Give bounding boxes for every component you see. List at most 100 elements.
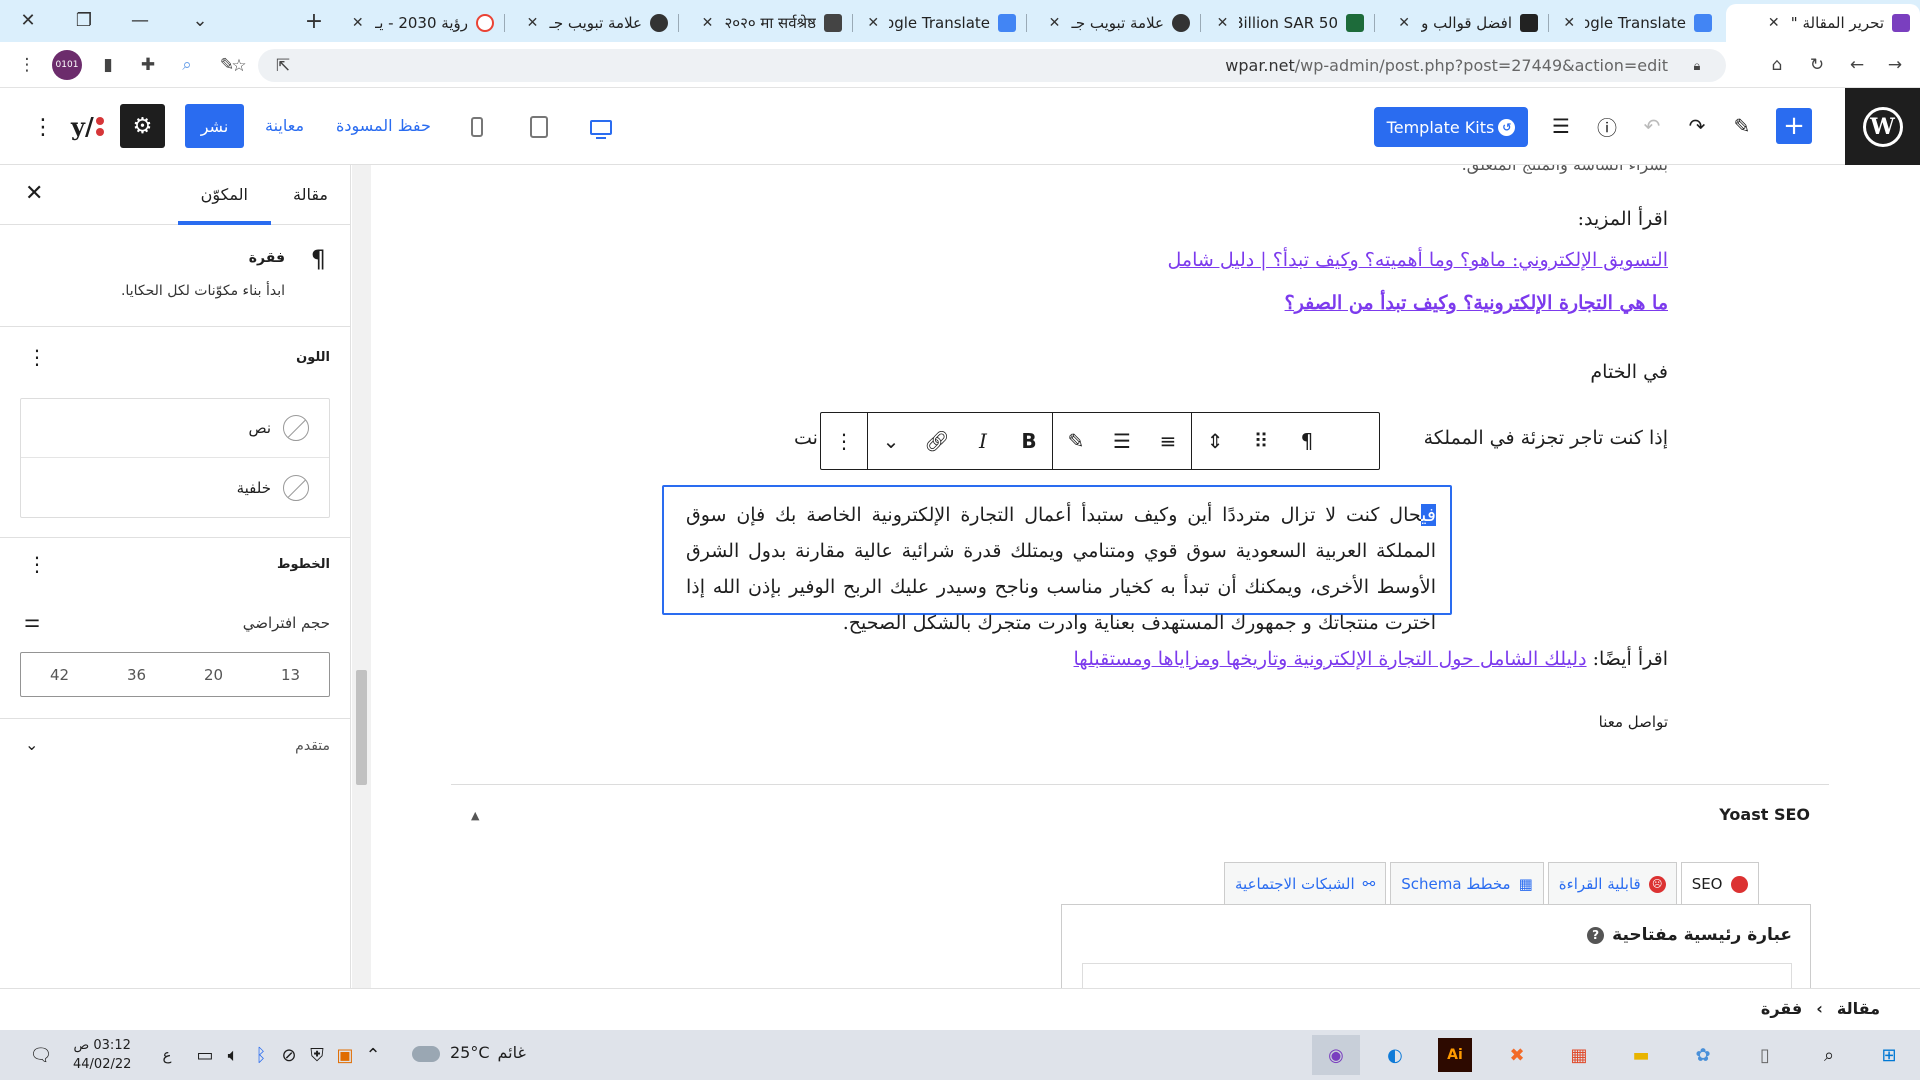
home-icon[interactable]: ⌂ [1762, 50, 1792, 80]
tab-search-chevron-icon[interactable]: ⌄ [172, 0, 228, 40]
chrome-taskbar-icon[interactable]: ◉ [1312, 1035, 1360, 1075]
align-right-icon[interactable]: ≡ [1145, 413, 1191, 469]
tab-close-icon[interactable]: ✕ [1045, 15, 1063, 31]
tab-close-icon[interactable]: ✕ [349, 15, 367, 31]
extensions-puzzle-icon[interactable]: ✚ [133, 50, 163, 80]
extension-search-icon[interactable]: ⌕ [172, 50, 202, 80]
store-taskbar-icon[interactable]: ▦ [1562, 1038, 1596, 1072]
tab-seo[interactable]: SEO [1680, 862, 1759, 905]
redo-icon[interactable]: ↷ [1679, 108, 1715, 144]
color-panel-kebab-icon[interactable]: ⋮ [27, 345, 47, 369]
window-close-icon[interactable]: ✕ [0, 0, 56, 40]
contact-paragraph[interactable]: تواصل معنا [1599, 713, 1668, 731]
preview-button[interactable]: معاينة [265, 116, 304, 135]
tools-pencil-icon[interactable]: ✎ [1724, 108, 1760, 144]
reload-icon[interactable]: ↻ [1802, 50, 1832, 80]
illustrator-taskbar-icon[interactable]: Ai [1438, 1038, 1472, 1072]
tab-close-icon[interactable]: ✕ [1395, 15, 1413, 31]
paragraph-block[interactable]: إذا كنت تاجر تجزئة في المملكة [1424, 427, 1668, 449]
typography-panel-kebab-icon[interactable]: ⋮ [27, 552, 47, 576]
publish-button[interactable]: نشر [185, 104, 244, 148]
tab-close-icon[interactable]: ✕ [523, 15, 541, 31]
paragraph-block-end[interactable]: نت [794, 427, 818, 449]
tab-close-icon[interactable]: ✕ [698, 15, 716, 31]
window-restore-icon[interactable]: ❐ [56, 0, 112, 40]
font-size-option[interactable]: 36 [98, 653, 175, 696]
font-size-option[interactable]: 20 [175, 653, 252, 696]
wordpress-logo[interactable]: W [1845, 88, 1920, 165]
tab-close-icon[interactable]: ✕ [866, 15, 881, 31]
window-minimize-icon[interactable]: — [112, 0, 168, 40]
tab-social[interactable]: ⚯ الشبكات الاجتماعية [1224, 862, 1387, 905]
browser-tab[interactable]: علامة تبويب جـ ✕ [1030, 4, 1200, 42]
tab-close-icon[interactable]: ✕ [1765, 15, 1783, 31]
advanced-panel-title[interactable]: متقدم [295, 738, 330, 754]
save-draft-button[interactable]: حفظ المسودة [336, 116, 431, 135]
partial-paragraph[interactable]: بشراء الشاشة والمنتج المتعلق. [1462, 165, 1668, 174]
help-question-icon[interactable]: ? [1587, 926, 1605, 944]
align-center-icon[interactable]: ☰ [1099, 413, 1145, 469]
read-more-heading[interactable]: اقرأ المزيد: [1578, 208, 1668, 230]
new-tab-button[interactable]: + [296, 2, 332, 40]
template-kits-button[interactable]: Template Kits ↺ [1374, 107, 1528, 147]
xampp-taskbar-icon[interactable]: ✖ [1500, 1038, 1534, 1072]
more-options-kebab-icon[interactable]: ⋮ [821, 413, 867, 469]
browser-tab[interactable]: Google Translate ✕ [856, 4, 1026, 42]
list-view-icon[interactable]: ☰ [1543, 108, 1579, 144]
breadcrumb-item-paragraph[interactable]: فقرة [1761, 999, 1802, 1018]
selected-paragraph-text[interactable]: فيحال كنت لا تزال مترددًا أين وكيف ستبدأ… [686, 497, 1436, 641]
tab-post[interactable]: مقالة [293, 185, 328, 204]
sidebar-scrollbar[interactable] [352, 165, 371, 988]
input-language-indicator[interactable]: ع [150, 1038, 184, 1072]
text-color-option[interactable]: نص [21, 399, 329, 458]
edge-taskbar-icon[interactable]: ◐ [1378, 1038, 1412, 1072]
article-link[interactable]: التسويق الإلكتروني: ماهو؟ وما أهميته؟ وك… [1168, 249, 1668, 271]
profile-avatar-icon[interactable]: 0101 [52, 50, 82, 80]
paint-taskbar-icon[interactable]: ✿ [1686, 1038, 1720, 1072]
font-size-option[interactable]: 42 [21, 653, 98, 696]
yoast-panel-title[interactable]: Yoast SEO [1719, 805, 1810, 824]
undo-icon[interactable]: ↶ [1634, 108, 1670, 144]
search-icon[interactable]: ⌕ [1812, 1038, 1846, 1072]
paragraph-pilcrow-icon[interactable]: ¶ [1284, 413, 1330, 469]
focus-keyphrase-input[interactable] [1082, 963, 1792, 988]
collapse-caret-icon[interactable]: ▲ [471, 809, 479, 822]
notifications-icon[interactable]: 🗨︎ [24, 1038, 58, 1072]
windows-start-icon[interactable]: ⊞ [1872, 1038, 1906, 1072]
side-panel-icon[interactable]: ▮ [93, 50, 123, 80]
breadcrumb-item-post[interactable]: مقالة [1837, 999, 1880, 1018]
browser-tab[interactable]: افضل قوالب و ✕ [1378, 4, 1548, 42]
browser-tab[interactable]: 50 Billion SAR ✕ [1204, 4, 1374, 42]
bold-icon[interactable]: B [1006, 413, 1052, 469]
settings-gear-icon[interactable]: ⚙ [120, 104, 165, 148]
block-inserter-plus-icon[interactable]: + [1776, 108, 1812, 144]
close-sidebar-icon[interactable]: ✕ [25, 181, 43, 206]
link-icon[interactable]: 🔗︎ [914, 413, 960, 469]
tab-readability[interactable]: ☹ قابلية القراءة [1547, 862, 1677, 905]
tab-close-icon[interactable]: ✕ [1562, 15, 1577, 31]
more-formatting-chevron-icon[interactable]: ⌄ [868, 413, 914, 469]
background-color-option[interactable]: خلفية [21, 458, 329, 517]
tablet-preview-icon[interactable] [522, 110, 556, 144]
chevron-down-icon[interactable]: ⌄ [25, 735, 38, 754]
browser-tab[interactable]: تحرير المقالة " ✕ [1726, 4, 1920, 42]
custom-size-sliders-icon[interactable]: ⚌ [24, 611, 40, 632]
drag-handle-icon[interactable]: ⠿ [1238, 413, 1284, 469]
browser-menu-kebab-icon[interactable]: ⋮ [12, 50, 42, 80]
recorder-taskbar-icon[interactable]: ▯ [1748, 1038, 1782, 1072]
article-link[interactable]: دليلك الشامل حول التجارة الإلكترونية وتا… [1074, 648, 1587, 670]
scrollbar-thumb[interactable] [356, 670, 367, 785]
details-info-icon[interactable]: ⓘ [1589, 108, 1625, 144]
read-also-paragraph[interactable]: اقرأ أيضًا: دليلك الشامل حول التجارة الإ… [1074, 648, 1668, 670]
selected-paragraph-block[interactable]: فيحال كنت لا تزال مترددًا أين وكيف ستبدأ… [662, 485, 1452, 634]
file-explorer-taskbar-icon[interactable]: ▬ [1624, 1038, 1658, 1072]
options-kebab-icon[interactable]: ⋮ [32, 110, 54, 144]
italic-icon[interactable]: I [960, 413, 1006, 469]
forward-arrow-icon[interactable]: ← [1842, 50, 1872, 80]
font-size-option[interactable]: 13 [252, 653, 329, 696]
eyedropper-icon[interactable]: ✎ [212, 50, 242, 80]
article-link[interactable]: ما هي التجارة الإلكترونية؟ وكيف تبدأ من … [1285, 292, 1668, 314]
mobile-preview-icon[interactable] [460, 110, 494, 144]
browser-tab[interactable]: २०२० मा सर्वश्रेष्ठ ✕ [682, 4, 852, 42]
weather-widget[interactable]: غائم 25°C [450, 1043, 526, 1062]
